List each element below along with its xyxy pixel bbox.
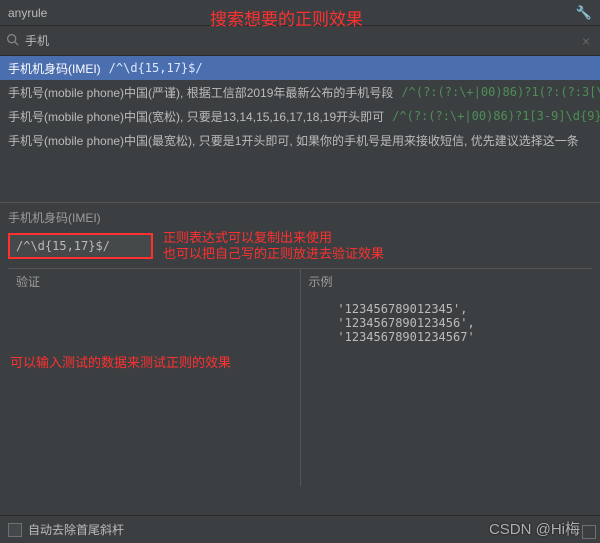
search-input[interactable] bbox=[25, 34, 578, 48]
annotation-regex: 正则表达式可以复制出来使用 也可以把自己写的正则放进去验证效果 bbox=[163, 230, 384, 262]
verify-heading: 验证 bbox=[8, 269, 300, 294]
example-panel: 示例 '123456789012345', '1234567890123456'… bbox=[301, 268, 593, 486]
result-label: 手机号(mobile phone)中国(最宽松), 只要是1开头即可, 如果你的… bbox=[8, 132, 579, 149]
result-regex: /^(?:(?:\+|00)86)?1(?:(?:3[\d])|( bbox=[401, 85, 600, 99]
result-item[interactable]: 手机号(mobile phone)中国(严谨), 根据工信部2019年最新公布的… bbox=[0, 80, 600, 104]
panels: 验证 可以输入测试的数据来测试正则的效果 示例 '123456789012345… bbox=[8, 268, 592, 486]
result-regex: /^(?:(?:\+|00)86)?1[3-9]\d{9}$/ bbox=[392, 109, 600, 123]
clear-icon[interactable]: × bbox=[578, 33, 594, 49]
result-item[interactable]: 手机号(mobile phone)中国(最宽松), 只要是1开头即可, 如果你的… bbox=[0, 128, 600, 152]
settings-icon[interactable]: 🔧 bbox=[576, 5, 592, 21]
result-regex: /^\d{15,17}$/ bbox=[109, 61, 203, 75]
result-item[interactable]: 手机机身码(IMEI) /^\d{15,17}$/ bbox=[0, 56, 600, 80]
resize-handle[interactable] bbox=[582, 525, 596, 539]
trim-slash-label[interactable]: 自动去除首尾斜杆 bbox=[28, 521, 124, 538]
result-label: 手机机身码(IMEI) bbox=[8, 60, 101, 77]
titlebar: anyrule 🔧 bbox=[0, 0, 600, 26]
result-label: 手机号(mobile phone)中国(宽松), 只要是13,14,15,16,… bbox=[8, 108, 384, 125]
example-heading: 示例 bbox=[301, 269, 593, 294]
detail-section: 手机机身码(IMEI) 正则表达式可以复制出来使用 也可以把自己写的正则放进去验… bbox=[0, 202, 600, 486]
trim-slash-checkbox[interactable] bbox=[8, 523, 22, 537]
regex-input[interactable] bbox=[8, 233, 153, 259]
bottom-bar: 自动去除首尾斜杆 bbox=[0, 515, 600, 543]
example-line: '12345678901234567' bbox=[309, 330, 585, 344]
example-line: '123456789012345', bbox=[309, 302, 585, 316]
example-line: '1234567890123456', bbox=[309, 316, 585, 330]
results-list: 手机机身码(IMEI) /^\d{15,17}$/ 手机号(mobile pho… bbox=[0, 56, 600, 152]
detail-title: 手机机身码(IMEI) bbox=[8, 207, 592, 230]
verify-panel: 验证 可以输入测试的数据来测试正则的效果 bbox=[8, 268, 301, 486]
window-title: anyrule bbox=[8, 6, 47, 20]
annotation-test: 可以输入测试的数据来测试正则的效果 bbox=[10, 352, 231, 371]
verify-textarea[interactable]: 可以输入测试的数据来测试正则的效果 bbox=[8, 294, 300, 487]
result-item[interactable]: 手机号(mobile phone)中国(宽松), 只要是13,14,15,16,… bbox=[0, 104, 600, 128]
example-body: '123456789012345', '1234567890123456', '… bbox=[301, 294, 593, 487]
search-icon bbox=[6, 33, 19, 49]
result-label: 手机号(mobile phone)中国(严谨), 根据工信部2019年最新公布的… bbox=[8, 84, 393, 101]
search-bar: × bbox=[0, 26, 600, 56]
